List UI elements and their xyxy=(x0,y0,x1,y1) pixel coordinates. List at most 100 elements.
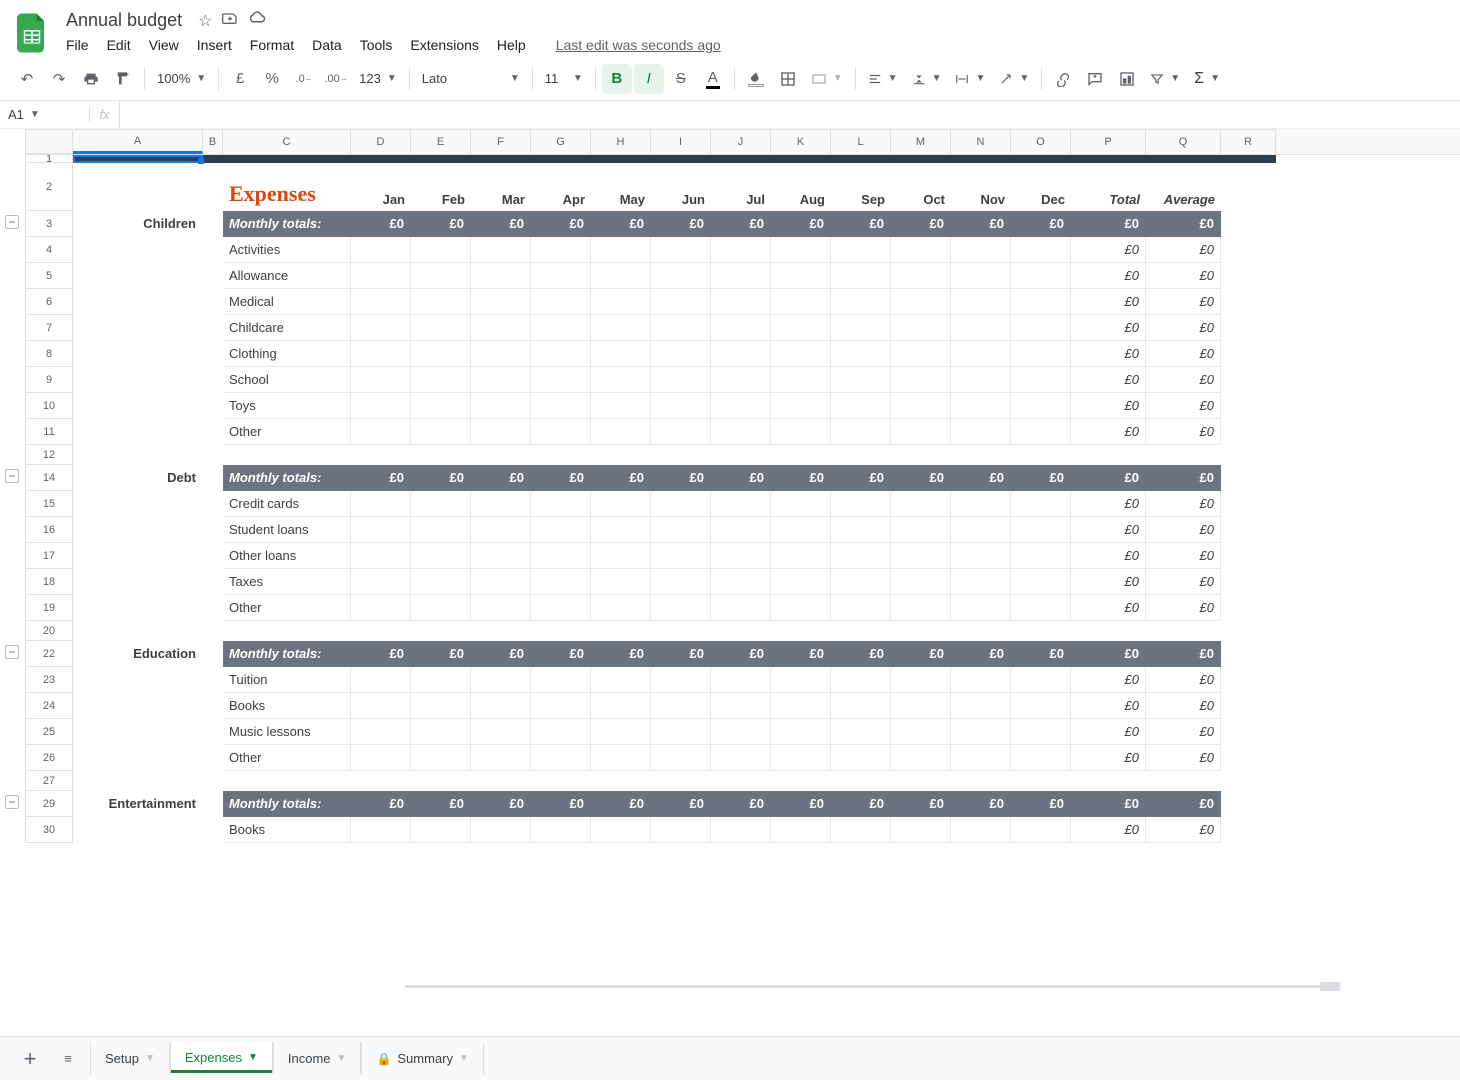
total-cell[interactable]: £0 xyxy=(831,641,891,667)
data-cell[interactable] xyxy=(411,315,471,341)
cell[interactable] xyxy=(891,621,951,641)
data-cell[interactable] xyxy=(471,289,531,315)
row-header-7[interactable]: 7 xyxy=(25,315,73,341)
italic-button[interactable]: I xyxy=(634,64,664,94)
data-cell[interactable] xyxy=(651,719,711,745)
data-cell[interactable] xyxy=(771,569,831,595)
cell[interactable] xyxy=(1221,237,1276,263)
grand-total[interactable]: £0 xyxy=(1071,641,1146,667)
data-cell[interactable] xyxy=(951,237,1011,263)
data-cell[interactable] xyxy=(411,745,471,771)
data-cell[interactable] xyxy=(891,745,951,771)
row-avg[interactable]: £0 xyxy=(1146,543,1221,569)
data-cell[interactable] xyxy=(531,393,591,419)
cell[interactable] xyxy=(951,771,1011,791)
cell[interactable] xyxy=(203,745,223,771)
menu-file[interactable]: File xyxy=(66,37,89,53)
data-cell[interactable] xyxy=(651,595,711,621)
data-cell[interactable] xyxy=(1011,289,1071,315)
total-cell[interactable]: £0 xyxy=(831,465,891,491)
data-cell[interactable] xyxy=(831,667,891,693)
row-total[interactable]: £0 xyxy=(1071,595,1146,621)
total-cell[interactable]: £0 xyxy=(831,791,891,817)
data-cell[interactable] xyxy=(951,693,1011,719)
cell[interactable] xyxy=(203,719,223,745)
total-cell[interactable]: £0 xyxy=(891,791,951,817)
menu-view[interactable]: View xyxy=(149,37,179,53)
data-cell[interactable] xyxy=(411,667,471,693)
data-cell[interactable] xyxy=(351,315,411,341)
data-cell[interactable] xyxy=(591,719,651,745)
row-avg[interactable]: £0 xyxy=(1146,263,1221,289)
data-cell[interactable] xyxy=(891,367,951,393)
data-cell[interactable] xyxy=(411,693,471,719)
cell[interactable] xyxy=(951,445,1011,465)
row-total[interactable]: £0 xyxy=(1071,693,1146,719)
tab-dropdown-icon[interactable]: ▼ xyxy=(145,1053,155,1064)
section-title[interactable]: Expenses xyxy=(223,181,351,211)
star-icon[interactable]: ☆ xyxy=(198,11,212,31)
data-cell[interactable] xyxy=(351,595,411,621)
cell[interactable] xyxy=(591,155,651,163)
row-header-1[interactable]: 1 xyxy=(25,155,73,163)
data-cell[interactable] xyxy=(771,315,831,341)
item-Other-loans[interactable]: Other loans xyxy=(223,543,351,569)
total-cell[interactable]: £0 xyxy=(471,641,531,667)
cell[interactable] xyxy=(651,155,711,163)
data-cell[interactable] xyxy=(531,367,591,393)
cell[interactable] xyxy=(531,445,591,465)
data-cell[interactable] xyxy=(351,367,411,393)
data-cell[interactable] xyxy=(351,263,411,289)
menu-insert[interactable]: Insert xyxy=(197,37,232,53)
data-cell[interactable] xyxy=(471,237,531,263)
data-cell[interactable] xyxy=(411,263,471,289)
data-cell[interactable] xyxy=(771,237,831,263)
data-cell[interactable] xyxy=(531,667,591,693)
data-cell[interactable] xyxy=(1011,367,1071,393)
data-cell[interactable] xyxy=(651,237,711,263)
row-header-11[interactable]: 11 xyxy=(25,419,73,445)
data-cell[interactable] xyxy=(591,237,651,263)
cell[interactable] xyxy=(1146,621,1221,641)
total-header[interactable]: Total xyxy=(1071,192,1146,211)
cell[interactable] xyxy=(1221,817,1276,843)
col-header-M[interactable]: M xyxy=(891,129,951,154)
item-Tuition[interactable]: Tuition xyxy=(223,667,351,693)
row-header-8[interactable]: 8 xyxy=(25,341,73,367)
cell[interactable] xyxy=(411,155,471,163)
total-cell[interactable]: £0 xyxy=(1011,791,1071,817)
cell[interactable] xyxy=(1071,445,1146,465)
total-cell[interactable]: £0 xyxy=(411,211,471,237)
text-color-button[interactable]: A xyxy=(698,64,728,94)
cell[interactable] xyxy=(1221,289,1276,315)
row-header-15[interactable]: 15 xyxy=(25,491,73,517)
data-cell[interactable] xyxy=(531,693,591,719)
undo-button[interactable]: ↶ xyxy=(12,64,42,94)
row-total[interactable]: £0 xyxy=(1071,517,1146,543)
cell[interactable] xyxy=(531,155,591,163)
data-cell[interactable] xyxy=(771,595,831,621)
cell[interactable] xyxy=(203,465,223,491)
data-cell[interactable] xyxy=(651,419,711,445)
data-cell[interactable] xyxy=(1011,543,1071,569)
cell[interactable] xyxy=(1221,543,1276,569)
cell[interactable] xyxy=(73,693,203,719)
total-cell[interactable]: £0 xyxy=(951,465,1011,491)
data-cell[interactable] xyxy=(651,543,711,569)
data-cell[interactable] xyxy=(351,745,411,771)
cell[interactable] xyxy=(591,621,651,641)
data-cell[interactable] xyxy=(471,315,531,341)
data-cell[interactable] xyxy=(891,719,951,745)
row-avg[interactable]: £0 xyxy=(1146,289,1221,315)
row-header-12[interactable]: 12 xyxy=(25,445,73,465)
item-Medical[interactable]: Medical xyxy=(223,289,351,315)
row-avg[interactable]: £0 xyxy=(1146,667,1221,693)
last-edit-link[interactable]: Last edit was seconds ago xyxy=(556,37,721,53)
data-cell[interactable] xyxy=(351,543,411,569)
total-cell[interactable]: £0 xyxy=(891,641,951,667)
item-Activities[interactable]: Activities xyxy=(223,237,351,263)
menu-edit[interactable]: Edit xyxy=(107,37,131,53)
cell[interactable] xyxy=(891,771,951,791)
halign-button[interactable]: ▼ xyxy=(862,65,904,93)
cell[interactable] xyxy=(1221,393,1276,419)
